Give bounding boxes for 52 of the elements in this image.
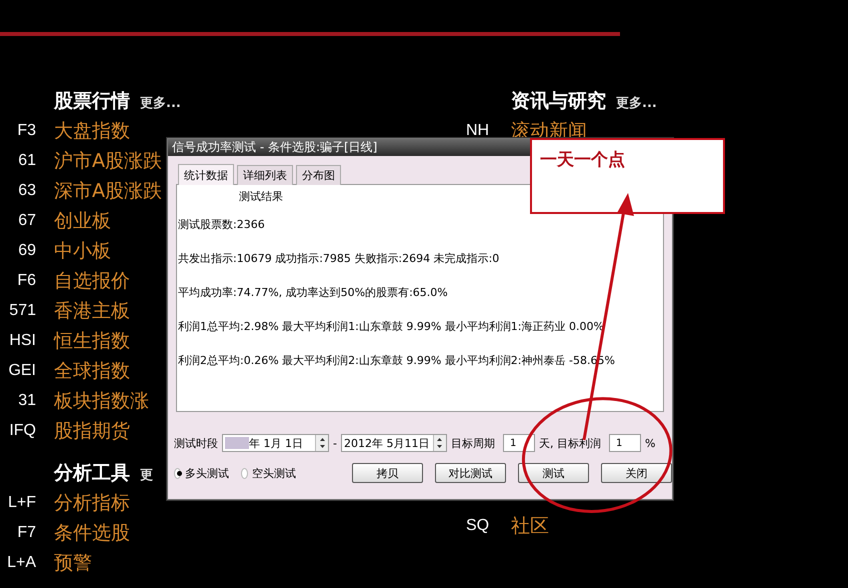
- section-title: 股票行情: [54, 89, 130, 114]
- spinner-icon[interactable]: [315, 435, 328, 451]
- result-line: 共发出指示:10679 成功指示:7985 失败指示:2694 未完成指示:0: [178, 251, 500, 266]
- tab[interactable]: 统计数据: [178, 164, 234, 185]
- dialog-button[interactable]: 对比测试: [435, 463, 506, 483]
- shortcut-code: 63: [17, 182, 36, 200]
- result-line: 测试股票数:2366: [178, 217, 266, 232]
- shortcut-code: F6: [16, 272, 36, 290]
- shortcut-code: IFQ: [8, 422, 36, 440]
- shortcut-code: 69: [17, 242, 36, 260]
- percent-unit: %: [644, 436, 656, 450]
- more-link[interactable]: 更: [140, 466, 153, 484]
- dialog-button[interactable]: 拷贝: [352, 463, 423, 483]
- section-title: 分析工具: [54, 461, 130, 486]
- shortcut-code: 67: [17, 212, 36, 230]
- radio-button[interactable]: [174, 468, 181, 478]
- more-link[interactable]: 更多...: [140, 94, 181, 112]
- tab[interactable]: 分布图: [296, 165, 341, 185]
- shortcut-code: GEI: [7, 362, 36, 380]
- target-period-input[interactable]: 1: [502, 434, 535, 452]
- dialog-button[interactable]: 测试: [518, 463, 589, 483]
- dialog-button[interactable]: 关闭: [601, 463, 672, 483]
- period-label: 测试时段: [174, 436, 218, 450]
- radio-button[interactable]: [241, 468, 248, 478]
- shortcut-code: 571: [8, 302, 36, 320]
- more-link[interactable]: 更多...: [616, 94, 657, 112]
- results-heading: 测试结果: [239, 189, 283, 204]
- result-line: 平均成功率:74.77%, 成功率达到50%的股票有:65.0%: [178, 285, 449, 300]
- end-date-field[interactable]: 2012年 5月11日: [340, 434, 447, 452]
- target-profit-input[interactable]: 1: [608, 434, 641, 452]
- start-date-field[interactable]: 年 1月 1日: [222, 434, 329, 452]
- radio-label[interactable]: 空头测试: [252, 466, 296, 480]
- shortcut-code: NH: [466, 122, 490, 140]
- shortcut-code: L+F: [6, 494, 36, 512]
- result-line: 利润1总平均:2.98% 最大平均利润1:山东章鼓 9.99% 最小平均利润1:海正药业 0.00%: [178, 319, 605, 334]
- section-title: 资讯与研究: [511, 89, 606, 114]
- shortcut-code: L+A: [6, 554, 36, 572]
- shortcut-code: F3: [16, 122, 36, 140]
- tab[interactable]: 详细列表: [237, 165, 293, 185]
- menu-link[interactable]: 预警: [54, 550, 466, 576]
- shortcut-code: 31: [17, 392, 36, 410]
- radio-label[interactable]: 多头测试: [185, 466, 229, 480]
- shortcut-code: 61: [17, 152, 36, 170]
- shortcut-code: HSI: [8, 332, 36, 350]
- target-profit-label: 天, 目标利润: [538, 436, 601, 450]
- shortcut-code: F7: [16, 524, 36, 542]
- shortcut-code: SQ: [466, 517, 490, 535]
- date-separator: -: [333, 436, 337, 450]
- spinner-icon[interactable]: [432, 435, 446, 451]
- target-period-label: 目标周期: [450, 436, 495, 450]
- menu-link[interactable]: 条件选股: [54, 520, 466, 546]
- menu-link[interactable]: 社区: [511, 513, 766, 539]
